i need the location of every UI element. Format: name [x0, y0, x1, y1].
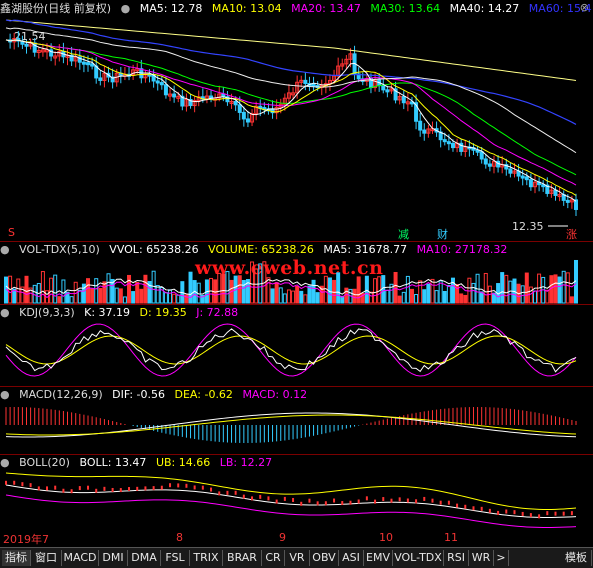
tab-0[interactable]: 指标 — [2, 550, 31, 566]
macd-icon[interactable]: ● — [0, 388, 10, 401]
tab-9[interactable]: VR — [285, 550, 310, 566]
vol-title: VOL-TDX(5,10) — [19, 243, 100, 256]
price-header: 鑫湖股份(日线 前复权) ● MA5: 12.78 MA10: 13.04 MA… — [0, 1, 593, 17]
macd-header: ● MACD(12,26,9) DIF: -0.56 DEA: -0.62 MA… — [0, 387, 313, 403]
boll-header: ● BOLL(20) BOLL: 13.47 UB: 14.66 LB: 12.… — [0, 455, 278, 471]
tab-8[interactable]: CR — [262, 550, 285, 566]
boll-mid-label: BOLL: 13.47 — [79, 456, 147, 469]
tab-10[interactable]: OBV — [310, 550, 339, 566]
tab-15[interactable]: WR — [469, 550, 494, 566]
vol-ma10-label: MA10: 27178.32 — [416, 243, 508, 256]
tab-6[interactable]: TRIX — [190, 550, 223, 566]
stock-title: 鑫湖股份(日线 前复权) — [0, 2, 112, 15]
tab-14[interactable]: RSI — [444, 550, 469, 566]
tab-17[interactable]: 模板 — [561, 550, 592, 566]
macd-dea-label: DEA: -0.62 — [174, 388, 233, 401]
boll-icon[interactable]: ● — [0, 456, 10, 469]
tab-16[interactable]: > — [494, 550, 509, 566]
kdj-d-label: D: 19.35 — [139, 306, 187, 319]
kdj-j-label: J: 72.88 — [196, 306, 239, 319]
ma40-label: MA40: 14.27 — [449, 2, 520, 15]
vol-icon[interactable]: ● — [0, 243, 10, 256]
volume-header: ● VOL-TDX(5,10) VVOL: 65238.26 VOLUME: 6… — [0, 242, 513, 258]
tab-5[interactable]: FSL — [161, 550, 190, 566]
vol-ma5-label: MA5: 31678.77 — [323, 243, 408, 256]
tab-3[interactable]: DMI — [99, 550, 128, 566]
macd-value-label: MACD: 0.12 — [242, 388, 308, 401]
kdj-title: KDJ(9,3,3) — [19, 306, 75, 319]
boll-title: BOLL(20) — [19, 456, 70, 469]
ma60-label: MA60: 15.4 — [528, 2, 592, 15]
tab-1[interactable]: 窗口 — [31, 550, 62, 566]
kdj-header: ● KDJ(9,3,3) K: 37.19 D: 19.35 J: 72.88 — [0, 305, 244, 321]
ma20-label: MA20: 13.47 — [291, 2, 361, 15]
volume-label: VOLUME: 65238.26 — [208, 243, 314, 256]
tab-12[interactable]: EMV — [364, 550, 393, 566]
macd-title: MACD(12,26,9) — [19, 388, 103, 401]
ma-toggle-icon[interactable]: ● — [121, 2, 131, 15]
kdj-k-label: K: 37.19 — [84, 306, 131, 319]
boll-lb-label: LB: 12.27 — [219, 456, 273, 469]
tab-2[interactable]: MACD — [62, 550, 99, 566]
indicator-tab-bar: 指标 窗口 MACD DMI DMA FSL TRIX BRAR CR VR OBV ASI EMV VO… — [0, 547, 593, 568]
ma10-label: MA10: 13.04 — [211, 2, 282, 15]
tab-7[interactable]: BRAR — [223, 550, 262, 566]
boll-ub-label: UB: 14.66 — [155, 456, 211, 469]
ma5-label: MA5: 12.78 — [139, 2, 203, 15]
ma30-label: MA30: 13.64 — [370, 2, 441, 15]
vvol-label: VVOL: 65238.26 — [109, 243, 199, 256]
tab-4[interactable]: DMA — [128, 550, 161, 566]
kdj-icon[interactable]: ● — [0, 306, 10, 319]
tab-11[interactable]: ASI — [339, 550, 364, 566]
macd-dif-label: DIF: -0.56 — [112, 388, 166, 401]
tab-13[interactable]: VOL-TDX — [393, 550, 444, 566]
